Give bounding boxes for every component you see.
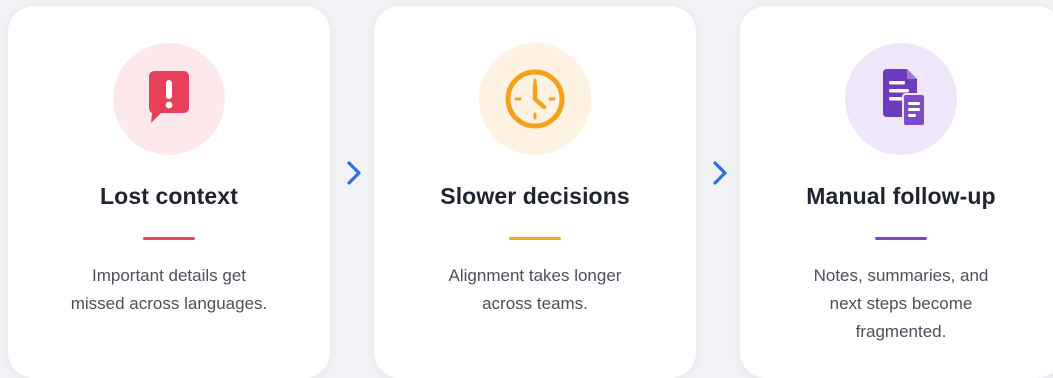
description-line: fragmented. (855, 322, 947, 341)
icon-circle (845, 43, 957, 155)
description-line: next steps become (829, 294, 973, 313)
description-line: missed across languages. (70, 294, 268, 313)
description-line: Alignment takes longer (448, 266, 622, 285)
description-line: across teams. (482, 294, 588, 313)
problem-card-manual-follow-up: Manual follow-up Notes, summaries, and n… (740, 6, 1053, 378)
card-title: Manual follow-up (806, 183, 996, 209)
document-icon (883, 69, 926, 127)
card-title: Slower decisions (440, 183, 630, 209)
problem-card-lost-context: Lost context Important details get misse… (8, 6, 330, 378)
icon-circle (479, 43, 591, 155)
alert-chat-icon (149, 71, 189, 123)
clock-icon (505, 69, 565, 129)
card-description: Notes, summaries, and next steps become … (770, 262, 1032, 346)
accent-divider (875, 237, 927, 240)
description-line: Notes, summaries, and (813, 266, 989, 285)
card-description: Important details get missed across lang… (38, 262, 300, 318)
chevron-right-icon (345, 158, 363, 188)
description-line: Important details get (91, 266, 247, 285)
accent-divider (143, 237, 195, 240)
icon-circle (113, 43, 225, 155)
card-description: Alignment takes longer across teams. (404, 262, 666, 318)
card-title: Lost context (100, 183, 238, 209)
accent-divider (509, 237, 561, 240)
problem-card-slower-decisions: Slower decisions Alignment takes longer … (374, 6, 696, 378)
chevron-right-icon (711, 158, 729, 188)
